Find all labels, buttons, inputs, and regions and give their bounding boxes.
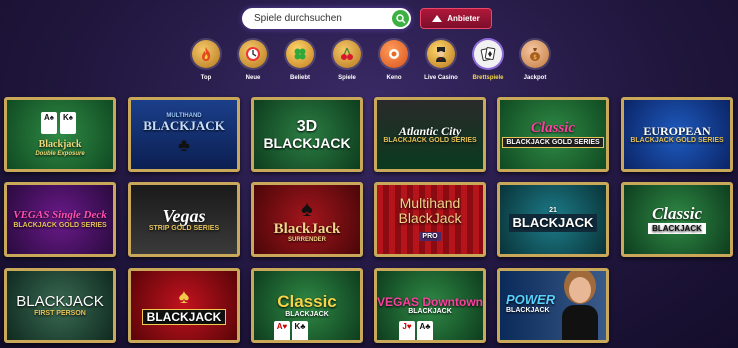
- game-tile[interactable]: Classic BLACKJACK GOLD SERIES: [497, 97, 609, 172]
- game-tile[interactable]: Classic BLACKJACK: [621, 182, 733, 257]
- game-title: POWER: [506, 292, 556, 307]
- category-new[interactable]: Neue: [235, 40, 271, 81]
- category-live-casino[interactable]: Live Casino: [423, 40, 459, 81]
- game-title: BLACKJACK: [16, 293, 104, 311]
- game-tile[interactable]: MULTIHAND BLACKJACK ♣: [128, 97, 240, 172]
- game-tile[interactable]: VEGAS Single Deck BLACKJACK GOLD SERIES: [4, 182, 116, 257]
- game-tile[interactable]: BLACKJACK FIRST PERSON: [4, 268, 116, 343]
- game-tile[interactable]: Vegas STRIP GOLD SERIES: [128, 182, 240, 257]
- cherries-icon: [333, 40, 361, 68]
- game-subtitle: BLACKJACK: [506, 306, 550, 314]
- category-keno[interactable]: Keno: [376, 40, 412, 81]
- game-title: VEGAS Single Deck: [13, 209, 107, 222]
- game-tile[interactable]: Multihand BlackJack PRO: [374, 182, 486, 257]
- provider-button[interactable]: Anbieter: [420, 8, 492, 29]
- game-tile[interactable]: ♠ BlackJack SURRENDER: [251, 182, 363, 257]
- search-bar[interactable]: [242, 8, 411, 29]
- game-subtitle: PRO: [419, 232, 441, 242]
- game-subtitle: BLACKJACK GOLD SERIES: [630, 137, 724, 145]
- game-subtitle: BLACKJACK: [648, 222, 706, 234]
- category-bar: Top Neue Beliebt Spiele Keno Live Casino…: [188, 40, 556, 90]
- game-title: BLACKJACK: [141, 308, 227, 326]
- game-subtitle: BLACKJACK GOLD SERIES: [13, 221, 107, 229]
- category-label: Keno: [386, 75, 402, 81]
- dealer-avatar: [562, 277, 598, 340]
- game-title: Atlantic City: [398, 123, 462, 138]
- game-subtitle: BLACKJACK GOLD SERIES: [502, 136, 604, 148]
- game-title: Blackjack: [38, 139, 82, 151]
- search-icon: [395, 13, 406, 24]
- game-tile[interactable]: EUROPEAN BLACKJACK GOLD SERIES: [621, 97, 733, 172]
- game-tile[interactable]: Atlantic City BLACKJACK GOLD SERIES: [374, 97, 486, 172]
- game-title: VEGAS Downtown: [377, 294, 483, 309]
- clover-icon: [286, 40, 314, 68]
- category-label: Neue: [245, 75, 261, 81]
- game-title: BLACKJACK: [143, 118, 225, 134]
- game-subtitle: BLACKJACK: [408, 308, 452, 316]
- game-subtitle: 21: [549, 207, 557, 215]
- game-tile[interactable]: Classic BLACKJACK A♥ K♣: [251, 268, 363, 343]
- game-title: Classic: [277, 292, 337, 312]
- game-subtitle: STRIP GOLD SERIES: [148, 225, 220, 233]
- game-title: EUROPEAN: [643, 123, 711, 138]
- search-button[interactable]: [392, 10, 409, 27]
- game-tile[interactable]: 21 BLACKJACK: [497, 182, 609, 257]
- game-subtitle: BLACKJACK: [285, 310, 329, 318]
- game-subtitle: Double Exposure: [35, 150, 85, 157]
- category-label: Brettspiele: [472, 75, 504, 81]
- spade-icon: ♠: [178, 285, 190, 308]
- category-top[interactable]: Top: [188, 40, 224, 81]
- triangle-icon: [432, 15, 443, 22]
- game-tile[interactable]: ♠ BLACKJACK: [128, 268, 240, 343]
- svg-text:$: $: [533, 54, 537, 61]
- game-tile[interactable]: VEGAS Downtown BLACKJACK J♥ A♣: [374, 268, 486, 343]
- money-bag-icon: $: [521, 40, 549, 68]
- game-tile[interactable]: 3D BLACKJACK: [251, 97, 363, 172]
- club-icon: ♣: [178, 134, 190, 155]
- category-jackpot[interactable]: $ Jackpot: [517, 40, 553, 81]
- category-label: Live Casino: [424, 75, 458, 81]
- cards-icon: [474, 40, 502, 68]
- game-title: Classic: [530, 120, 576, 137]
- game-tile[interactable]: POWER BLACKJACK: [497, 268, 609, 343]
- fire-icon: [192, 40, 220, 68]
- game-subtitle: FIRST PERSON: [34, 309, 86, 317]
- category-board-games[interactable]: Brettspiele: [470, 40, 506, 81]
- game-title: Classic: [651, 204, 703, 224]
- provider-button-label: Anbieter: [447, 14, 480, 23]
- clock-icon: [239, 40, 267, 68]
- category-popular[interactable]: Beliebt: [282, 40, 318, 81]
- game-title: 3D: [296, 117, 318, 135]
- keno-ball-icon: [380, 40, 408, 68]
- game-subtitle: BLACKJACK GOLD SERIES: [383, 137, 477, 145]
- dealer-icon: [427, 40, 455, 68]
- category-games[interactable]: Spiele: [329, 40, 365, 81]
- category-label: Beliebt: [289, 75, 310, 81]
- game-title: BLACKJACK: [508, 214, 598, 232]
- search-input[interactable]: [254, 13, 384, 24]
- game-title: BlackJack: [273, 220, 341, 237]
- category-label: Jackpot: [523, 75, 547, 81]
- category-label: Spiele: [338, 75, 356, 81]
- game-subtitle: BLACKJACK: [263, 134, 351, 151]
- game-tile[interactable]: A♠ K♠ Blackjack Double Exposure: [4, 97, 116, 172]
- game-title: Vegas: [162, 205, 206, 226]
- game-title: Multihand BlackJack: [398, 194, 462, 226]
- game-subtitle: SURRENDER: [287, 237, 326, 244]
- spade-icon: ♠: [301, 195, 313, 221]
- category-label: Top: [200, 75, 212, 81]
